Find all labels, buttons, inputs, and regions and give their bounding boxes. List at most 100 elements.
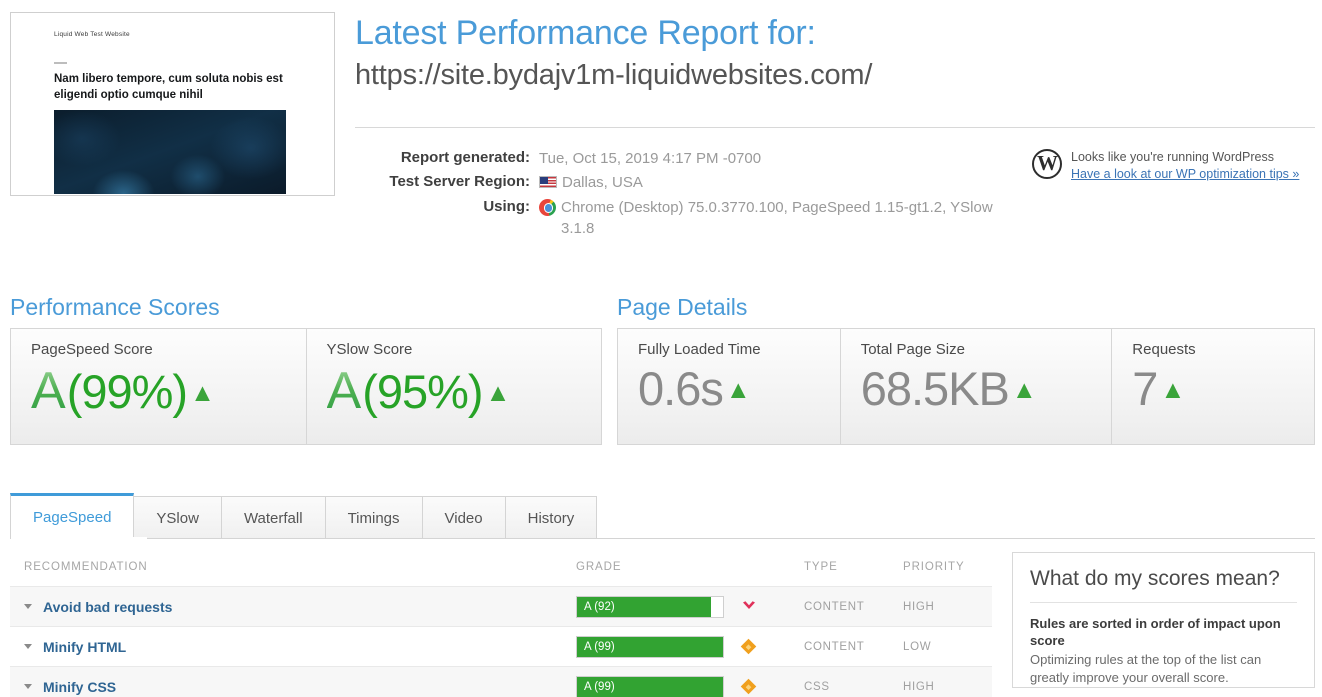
report-generated-value: Tue, Oct 15, 2019 4:17 PM -0700 xyxy=(539,150,762,167)
thumbnail-hero-image xyxy=(54,110,286,194)
priority-cell: HIGH xyxy=(903,680,935,693)
report-generated-label: Report generated: xyxy=(400,149,530,166)
info-panel-body: Optimizing rules at the top of the list … xyxy=(1030,652,1262,686)
column-header-recommendation: RECOMMENDATION xyxy=(24,561,148,573)
priority-cell: LOW xyxy=(903,640,932,653)
tab-timings[interactable]: Timings xyxy=(324,496,423,539)
recommendation-link[interactable]: Minify CSS xyxy=(43,679,116,695)
card-label: Total Page Size xyxy=(860,341,965,358)
grade-percent: (95%) xyxy=(362,365,483,418)
site-thumbnail[interactable]: Liquid Web Test Website Nam libero tempo… xyxy=(10,12,335,196)
expand-triangle-icon[interactable] xyxy=(24,684,32,689)
info-panel-subtitle: Rules are sorted in order of impact upon… xyxy=(1030,616,1281,649)
recommendation-cell: Minify CSS xyxy=(10,679,576,695)
grade-bar-label: A (99) xyxy=(584,640,615,653)
wordpress-notice-line: Looks like you're running WordPress xyxy=(1071,150,1274,164)
tabs-underline xyxy=(10,538,1315,539)
grade-bar: A (99) xyxy=(576,675,724,697)
card-yslow-score[interactable]: YSlow Score A (95%) ▲ xyxy=(305,329,602,444)
recommendation-cell: Avoid bad requests xyxy=(10,599,576,615)
grade-bar-label: A (92) xyxy=(584,600,615,613)
diamond-icon xyxy=(740,638,757,655)
report-metadata: Report generated: Tue, Oct 15, 2019 4:17… xyxy=(355,148,1035,242)
us-flag-icon xyxy=(539,176,557,189)
card-total-page-size[interactable]: Total Page Size 68.5KB ▲ xyxy=(839,329,1112,444)
diamond-icon xyxy=(740,678,757,695)
column-header-type: TYPE xyxy=(804,561,838,573)
card-label: Fully Loaded Time xyxy=(638,341,761,358)
trend-up-icon: ▲ xyxy=(485,379,511,407)
page-title: Latest Performance Report for: xyxy=(355,14,816,52)
card-value: A (95%) ▲ xyxy=(327,364,602,419)
type-cell: CONTENT xyxy=(804,600,865,613)
trend-up-icon: ▲ xyxy=(1160,376,1185,404)
test-server-region-label: Test Server Region: xyxy=(389,173,530,191)
using-value-wrap: Chrome (Desktop) 75.0.3770.100, PageSpee… xyxy=(539,197,1009,240)
detail-value: 68.5KB xyxy=(860,362,1010,415)
table-row[interactable]: Minify CSS A (99) CSS HIGH xyxy=(10,666,992,697)
meta-row-using: Using: Chrome (Desktop) 75.0.3770.100, P… xyxy=(355,197,1035,240)
performance-scores-cards: PageSpeed Score A (99%) ▲ YSlow Score A … xyxy=(10,328,602,445)
thumbnail-divider xyxy=(54,62,67,64)
card-requests[interactable]: Requests 7 ▲ xyxy=(1111,329,1314,444)
meta-row-test-server: Test Server Region: Dallas, USA xyxy=(355,172,1035,193)
page-details-cards: Fully Loaded Time 0.6s ▲ Total Page Size… xyxy=(617,328,1315,445)
performance-scores-heading: Performance Scores xyxy=(10,294,220,320)
header-divider xyxy=(355,127,1315,128)
grade-letter: A xyxy=(31,362,66,420)
type-cell: CONTENT xyxy=(804,640,865,653)
grade-cell: A (99) xyxy=(576,635,804,658)
report-url: https://site.bydajv1m-liquidwebsites.com… xyxy=(355,59,873,92)
tab-waterfall[interactable]: Waterfall xyxy=(220,496,326,539)
wp-optimization-tips-link[interactable]: Have a look at our WP optimization tips … xyxy=(1071,166,1299,183)
expand-triangle-icon[interactable] xyxy=(24,604,32,609)
table-row[interactable]: Minify HTML A (99) CONTENT LOW xyxy=(10,626,992,666)
expand-triangle-icon[interactable] xyxy=(24,644,32,649)
performance-report-page: Liquid Web Test Website Nam libero tempo… xyxy=(0,0,1322,697)
tab-active-mask xyxy=(11,537,147,540)
wordpress-notice: W Looks like you're running WordPress Ha… xyxy=(1032,148,1299,183)
card-fully-loaded-time[interactable]: Fully Loaded Time 0.6s ▲ xyxy=(618,329,840,444)
grade-percent: (99%) xyxy=(66,365,188,418)
using-value: Chrome (Desktop) 75.0.3770.100, PageSpee… xyxy=(561,198,993,237)
trend-up-icon: ▲ xyxy=(1011,376,1037,404)
recommendation-link[interactable]: Avoid bad requests xyxy=(43,599,172,615)
test-server-region-value-wrap: Dallas, USA xyxy=(539,172,643,193)
card-pagespeed-score[interactable]: PageSpeed Score A (99%) ▲ xyxy=(11,329,306,444)
tab-video[interactable]: Video xyxy=(421,496,506,539)
page-details-heading: Page Details xyxy=(617,294,748,320)
wordpress-icon: W xyxy=(1032,149,1062,179)
report-generated-value-wrap: Tue, Oct 15, 2019 4:17 PM -0700 xyxy=(539,148,761,169)
card-value: A (99%) ▲ xyxy=(31,364,306,419)
tab-pagespeed[interactable]: PageSpeed xyxy=(10,493,135,539)
using-label: Using: xyxy=(483,197,530,215)
recommendation-link[interactable]: Minify HTML xyxy=(43,639,126,655)
tab-history[interactable]: History xyxy=(504,496,598,539)
card-label: PageSpeed Score xyxy=(31,341,153,358)
card-value: 68.5KB ▲ xyxy=(860,362,1112,415)
table-row[interactable]: Avoid bad requests A (92) CONTENT HIGH xyxy=(10,586,992,626)
recommendation-cell: Minify HTML xyxy=(10,639,576,655)
priority-cell: HIGH xyxy=(903,600,935,613)
card-label: YSlow Score xyxy=(326,341,413,358)
report-header: Latest Performance Report for: https://s… xyxy=(355,14,1315,93)
grade-bar: A (99) xyxy=(576,635,724,658)
trend-up-icon: ▲ xyxy=(190,379,215,407)
type-cell: CSS xyxy=(804,680,830,693)
card-value: 0.6s ▲ xyxy=(638,364,840,414)
wordpress-notice-text: Looks like you're running WordPress Have… xyxy=(1071,148,1299,183)
chevron-down-icon xyxy=(741,600,757,613)
trend-up-icon: ▲ xyxy=(725,376,751,404)
scores-info-panel: What do my scores mean? Rules are sorted… xyxy=(1012,552,1315,689)
recommendations-table: RECOMMENDATION GRADE TYPE PRIORITY Avoid… xyxy=(10,548,992,697)
info-panel-title: What do my scores mean? xyxy=(1030,567,1297,603)
grade-bar: A (92) xyxy=(576,595,724,618)
grade-letter: A xyxy=(326,362,362,420)
thumbnail-headline: Nam libero tempore, cum soluta nobis est… xyxy=(54,73,283,101)
tab-yslow[interactable]: YSlow xyxy=(133,496,222,539)
chrome-icon xyxy=(539,198,556,216)
thumbnail-site-label: Liquid Web Test Website xyxy=(54,31,130,38)
test-server-region-value: Dallas, USA xyxy=(562,174,643,192)
card-label: Requests xyxy=(1132,341,1196,358)
grade-bar-label: A (99) xyxy=(584,680,615,693)
